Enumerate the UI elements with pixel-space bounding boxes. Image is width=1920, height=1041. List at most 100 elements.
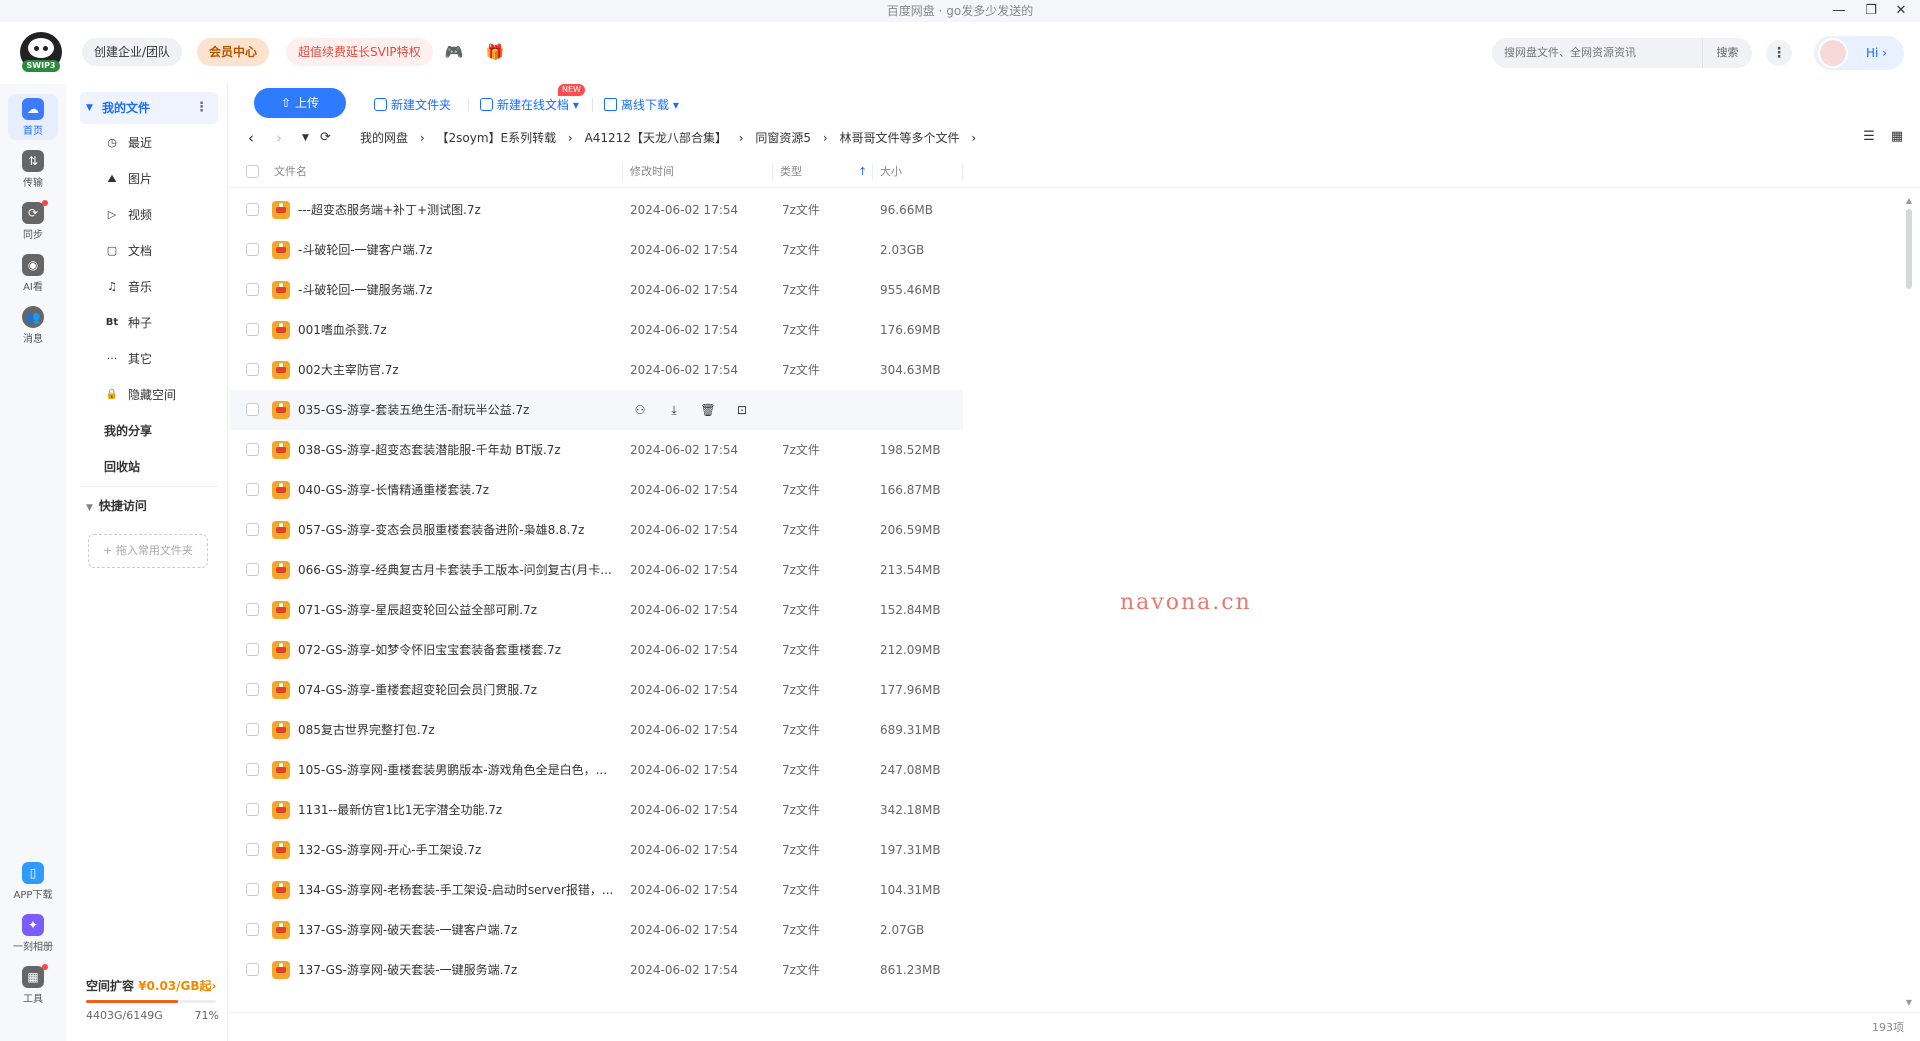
- search-button[interactable]: 搜索: [1702, 38, 1752, 68]
- sidebar-item-recent[interactable]: ◷ 最近: [100, 131, 220, 155]
- table-row[interactable]: -斗破轮回-一键服务端.7z 2024-06-02 17:54 7z文件 955.46…: [230, 270, 963, 310]
- back-icon[interactable]: ‹: [248, 124, 254, 152]
- sidebar-item-my-files[interactable]: ▼ 我的文件 ⋮: [80, 92, 218, 124]
- sidebar-item-torrents[interactable]: Bt 种子: [100, 311, 220, 335]
- download-icon[interactable]: ⤓: [664, 400, 684, 420]
- rail-item-transfer[interactable]: ⇅ 传输: [8, 150, 58, 190]
- file-name[interactable]: 105-GS-游享网-重楼套装男鹏版本-游戏角色全是白色，...: [298, 750, 618, 790]
- file-name[interactable]: 072-GS-游享-如梦令怀旧宝宝套装备套重楼套.7z: [298, 630, 618, 670]
- row-checkbox[interactable]: [246, 683, 259, 696]
- table-row[interactable]: 035-GS-游享-套装五绝生活-耐玩半公益.7z ⚇ ⤓ 🗑 ⊡: [230, 390, 963, 430]
- table-row[interactable]: 074-GS-游享-重楼套超变轮回会员门贯服.7z 2024-06-02 17:5…: [230, 670, 963, 710]
- column-header-size[interactable]: 大小: [880, 156, 902, 188]
- kebab-icon[interactable]: ⋮: [195, 92, 208, 124]
- table-row[interactable]: 137-GS-游享网-破天套装-一键客户端.7z 2024-06-02 17:54…: [230, 910, 963, 950]
- rail-item-sync[interactable]: ⟳ 同步: [8, 200, 58, 242]
- row-checkbox[interactable]: [246, 563, 259, 576]
- column-divider[interactable]: [872, 164, 873, 180]
- column-divider[interactable]: [772, 164, 773, 180]
- sidebar-item-hidden-space[interactable]: 🔒 隐藏空间: [100, 383, 220, 407]
- table-row[interactable]: 066-GS-游享-经典复古月卡套装手工版本-问剑复古(月卡... 2024-06…: [230, 550, 963, 590]
- file-name[interactable]: 071-GS-游享-星辰超变轮回公益全部可刷.7z: [298, 590, 618, 630]
- file-name[interactable]: 134-GS-游享网-老杨套装-手工架设-启动时server报错，...: [298, 870, 618, 910]
- forward-icon[interactable]: ›: [276, 124, 282, 152]
- table-row[interactable]: 002大主宰防官.7z 2024-06-02 17:54 7z文件 304.63MB: [230, 350, 963, 390]
- file-name[interactable]: 057-GS-游享-变态会员服重楼套装备进阶-枭雄8.8.7z: [298, 510, 618, 550]
- table-row[interactable]: 040-GS-游享-长情精通重楼套装.7z 2024-06-02 17:54 7z文…: [230, 470, 963, 510]
- table-row[interactable]: 1131--最新仿官1比1无字潜全功能.7z 2024-06-02 17:54 7z…: [230, 790, 963, 830]
- file-name[interactable]: -斗破轮回-一键客户端.7z: [298, 230, 618, 270]
- avatar[interactable]: [1818, 38, 1848, 68]
- row-checkbox[interactable]: [246, 443, 259, 456]
- file-name[interactable]: 001嗜血杀戮.7z: [298, 310, 618, 350]
- row-checkbox[interactable]: [246, 603, 259, 616]
- row-checkbox[interactable]: [246, 243, 259, 256]
- row-checkbox[interactable]: [246, 883, 259, 896]
- table-row[interactable]: 038-GS-游享-超变态套装潜能服-千年劫 BT版.7z 2024-06-02 …: [230, 430, 963, 470]
- column-header-type[interactable]: 类型: [780, 156, 802, 188]
- maximize-button[interactable]: ❐: [1856, 0, 1886, 22]
- quick-access-drop-zone[interactable]: + 拖入常用文件夹: [88, 534, 208, 568]
- table-row[interactable]: 134-GS-游享网-老杨套装-手工架设-启动时server报错，... 2024…: [230, 870, 963, 910]
- more-actions-icon[interactable]: ⊡: [732, 400, 752, 420]
- history-dropdown-icon[interactable]: ▼: [302, 124, 309, 152]
- grid-view-icon[interactable]: ▦: [1888, 128, 1906, 146]
- row-checkbox[interactable]: [246, 483, 259, 496]
- breadcrumb-item[interactable]: 我的网盘: [360, 124, 408, 152]
- table-row[interactable]: 072-GS-游享-如梦令怀旧宝宝套装备套重楼套.7z 2024-06-02 17…: [230, 630, 963, 670]
- rail-item-app-download[interactable]: ▯ APP下载: [8, 862, 58, 902]
- gift-icon[interactable]: 🎁: [485, 42, 505, 62]
- table-row[interactable]: 132-GS-游享网-开心-手工架设.7z 2024-06-02 17:54 7z文…: [230, 830, 963, 870]
- sort-ascending-icon[interactable]: ↑: [858, 156, 867, 188]
- file-name[interactable]: 066-GS-游享-经典复古月卡套装手工版本-问剑复古(月卡...: [298, 550, 618, 590]
- column-header-modified[interactable]: 修改时间: [630, 156, 674, 188]
- offline-download-button[interactable]: 离线下载 ▾: [604, 94, 679, 116]
- close-button[interactable]: ✕: [1886, 0, 1916, 22]
- row-checkbox[interactable]: [246, 723, 259, 736]
- minimize-button[interactable]: —: [1824, 0, 1854, 22]
- file-name[interactable]: 002大主宰防官.7z: [298, 350, 618, 390]
- file-name[interactable]: -斗破轮回-一键服务端.7z: [298, 270, 618, 310]
- table-row[interactable]: 057-GS-游享-变态会员服重楼套装备进阶-枭雄8.8.7z 2024-06-0…: [230, 510, 963, 550]
- breadcrumb-item[interactable]: 林哥哥文件等多个文件: [840, 124, 960, 152]
- table-row[interactable]: 071-GS-游享-星辰超变轮回公益全部可刷.7z 2024-06-02 17:5…: [230, 590, 963, 630]
- row-checkbox[interactable]: [246, 843, 259, 856]
- table-row[interactable]: 001嗜血杀戮.7z 2024-06-02 17:54 7z文件 176.69MB: [230, 310, 963, 350]
- quick-access-header[interactable]: ▼ 快捷访问: [86, 497, 147, 514]
- row-checkbox[interactable]: [246, 403, 259, 416]
- svip-promo-button[interactable]: 超值续费延长SVIP特权: [286, 38, 433, 66]
- file-name[interactable]: 137-GS-游享网-破天套装-一键服务端.7z: [298, 950, 618, 990]
- sidebar-item-video[interactable]: ▷ 视频: [100, 203, 220, 227]
- game-icon[interactable]: 🎮: [444, 42, 464, 62]
- rail-item-tools[interactable]: ▦ 工具: [8, 964, 58, 1006]
- rail-item-message[interactable]: 👥 消息: [8, 306, 58, 346]
- file-name[interactable]: 040-GS-游享-长情精通重楼套装.7z: [298, 470, 618, 510]
- file-name[interactable]: 1131--最新仿官1比1无字潜全功能.7z: [298, 790, 618, 830]
- table-row[interactable]: 105-GS-游享网-重楼套装男鹏版本-游戏角色全是白色，... 2024-06-…: [230, 750, 963, 790]
- sidebar-item-images[interactable]: ⛰ 图片: [100, 167, 220, 191]
- new-folder-button[interactable]: 新建文件夹: [374, 94, 451, 116]
- scrollbar-thumb[interactable]: [1906, 209, 1912, 289]
- row-checkbox[interactable]: [246, 283, 259, 296]
- rail-item-home[interactable]: ☁ 首页: [8, 94, 58, 140]
- app-logo[interactable]: SWIP3: [20, 32, 62, 72]
- file-name[interactable]: 038-GS-游享-超变态套装潜能服-千年劫 BT版.7z: [298, 430, 618, 470]
- sidebar-item-other[interactable]: ··· 其它: [100, 347, 220, 371]
- rail-item-album[interactable]: ✦ 一刻相册: [8, 914, 58, 954]
- row-checkbox[interactable]: [246, 643, 259, 656]
- row-checkbox[interactable]: [246, 763, 259, 776]
- file-name[interactable]: 132-GS-游享网-开心-手工架设.7z: [298, 830, 618, 870]
- file-name[interactable]: 137-GS-游享网-破天套装-一键客户端.7z: [298, 910, 618, 950]
- file-name[interactable]: ---超变态服务端+补丁+测试图.7z: [298, 190, 618, 230]
- row-checkbox[interactable]: [246, 203, 259, 216]
- table-row[interactable]: 085复古世界完整打包.7z 2024-06-02 17:54 7z文件 689.31…: [230, 710, 963, 750]
- file-name[interactable]: 074-GS-游享-重楼套超变轮回会员门贯服.7z: [298, 670, 618, 710]
- new-online-doc-button[interactable]: 新建在线文档 ▾: [480, 94, 579, 116]
- vertical-scrollbar[interactable]: ▲ ▼: [1904, 197, 1914, 1007]
- create-team-button[interactable]: 创建企业/团队: [82, 38, 183, 66]
- row-checkbox[interactable]: [246, 523, 259, 536]
- sidebar-item-recycle-bin[interactable]: 回收站: [104, 455, 140, 479]
- column-header-name[interactable]: 文件名: [274, 156, 307, 188]
- row-checkbox[interactable]: [246, 323, 259, 336]
- column-divider[interactable]: [962, 164, 963, 180]
